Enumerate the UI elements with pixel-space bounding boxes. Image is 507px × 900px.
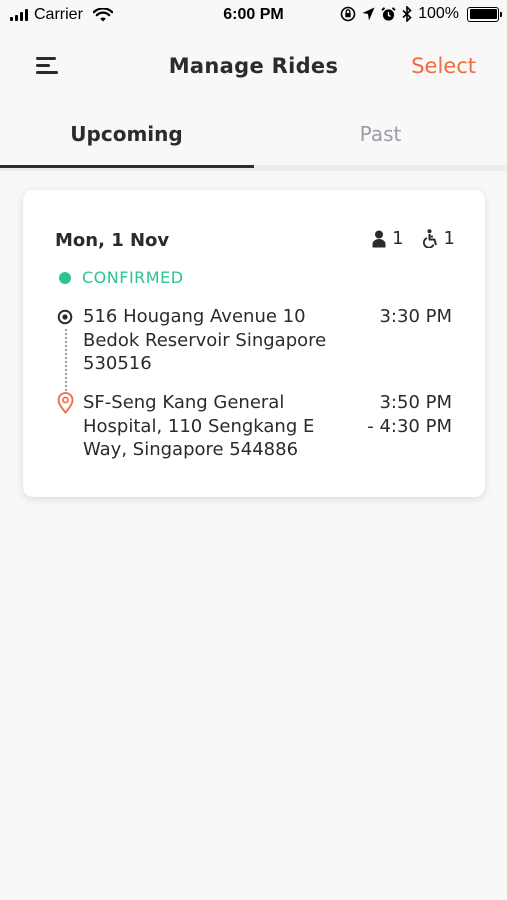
- status-bar-right: 100%: [340, 5, 502, 23]
- battery-percent: 100%: [418, 5, 459, 22]
- pickup-time: 3:30 PM: [379, 306, 452, 327]
- route-connector: [65, 329, 67, 391]
- dropoff-pin-icon: [57, 392, 74, 414]
- status-dot: [59, 271, 71, 284]
- dropoff-time-window: 3:50 PM - 4:30 PM: [367, 391, 452, 438]
- bluetooth-icon: [402, 6, 412, 22]
- tab-past[interactable]: Past: [254, 122, 507, 146]
- select-button[interactable]: Select: [411, 54, 476, 78]
- battery-fill: [469, 9, 497, 19]
- pickup-address: 516 Hougang Avenue 10 Bedok Reservoir Si…: [83, 306, 327, 374]
- nav-header: Manage Rides Select: [0, 32, 507, 104]
- battery-icon: [467, 6, 502, 22]
- tab-upcoming[interactable]: Upcoming: [0, 122, 253, 146]
- location-arrow-icon: [362, 7, 375, 21]
- status-badge: CONFIRMED: [59, 268, 184, 287]
- passenger-counts: 1 1: [372, 228, 455, 249]
- pickup-location-icon: [57, 309, 73, 325]
- ride-date: Mon, 1 Nov: [55, 230, 170, 251]
- dropoff-time-start: 3:50 PM: [379, 392, 452, 413]
- wheelchair-count: 1: [443, 228, 455, 249]
- dropoff-address: SF-Seng Kang General Hospital, 110 Sengk…: [83, 392, 315, 460]
- tab-bar: Upcoming Past: [0, 104, 507, 171]
- alarm-icon: [381, 6, 396, 21]
- status-text: CONFIRMED: [82, 268, 184, 287]
- person-icon: [372, 230, 386, 247]
- wheelchair-icon: [422, 229, 437, 248]
- status-bar: Carrier 6:00 PM 100%: [0, 0, 507, 32]
- ride-card[interactable]: Mon, 1 Nov 1 1 CONFIRMED 516 Hougang Ave…: [23, 190, 485, 497]
- active-tab-indicator: [0, 165, 254, 168]
- dropoff-time-end: - 4:30 PM: [367, 415, 452, 437]
- rotation-lock-icon: [340, 6, 356, 22]
- passenger-count: 1: [392, 228, 404, 249]
